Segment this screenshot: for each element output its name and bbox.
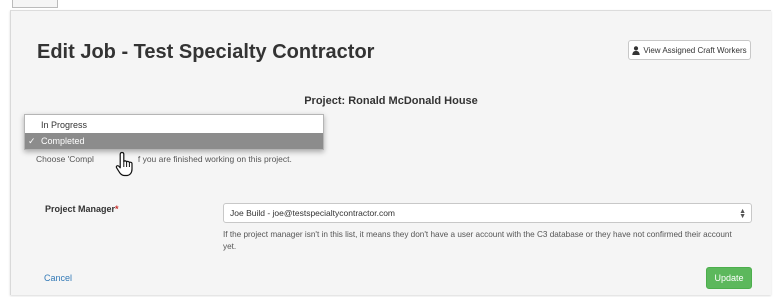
status-option-completed[interactable]: ✓ Completed (25, 133, 323, 149)
status-help-text: Choose 'Compl f you are finished working … (36, 154, 292, 164)
update-button[interactable]: Update (706, 267, 752, 289)
status-option-in-progress[interactable]: In Progress (25, 117, 323, 133)
project-label: Project: Ronald McDonald House (304, 95, 478, 107)
project-manager-label: Project Manager* (45, 204, 119, 214)
view-assigned-craft-workers-button[interactable]: View Assigned Craft Workers (628, 40, 751, 60)
browser-tab-stub (12, 0, 58, 8)
edit-job-panel: Edit Job - Test Specialty Contractor Vie… (10, 10, 771, 295)
view-workers-label: View Assigned Craft Workers (643, 45, 747, 55)
hand-pointer-icon (115, 151, 137, 177)
select-arrows-icon: ▲▼ (739, 208, 746, 220)
required-marker: * (115, 204, 119, 214)
project-manager-value: Joe Build - joe@testspecialtycontractor.… (230, 208, 396, 218)
cancel-link[interactable]: Cancel (44, 273, 72, 283)
project-manager-help: If the project manager isn't in this lis… (223, 230, 732, 251)
page-title: Edit Job - Test Specialty Contractor (37, 41, 375, 63)
project-manager-select[interactable]: Joe Build - joe@testspecialtycontractor.… (223, 203, 752, 223)
checkmark-icon: ✓ (28, 136, 36, 146)
user-icon (632, 45, 641, 55)
status-dropdown-list: In Progress ✓ Completed (24, 114, 324, 150)
